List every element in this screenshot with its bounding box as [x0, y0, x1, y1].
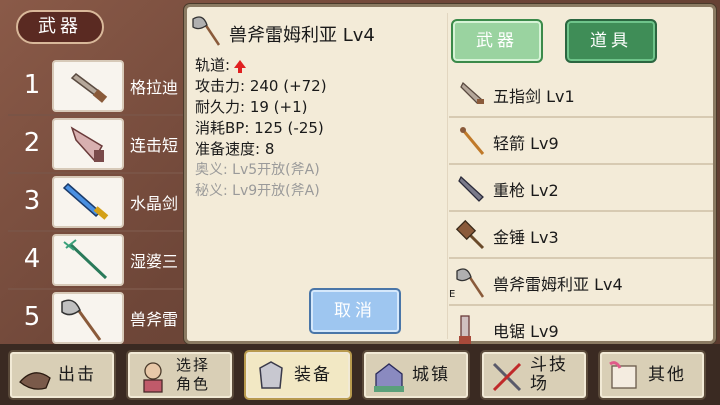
- character-icon: [134, 358, 172, 396]
- locked-skill-ougi: 奥义: Lv5开放(斧A): [195, 162, 320, 178]
- equipped-marker: E: [449, 289, 456, 300]
- weapon-detail-panel: 兽斧雷姆利亚 Lv4 轨道: 攻击力: 240 (+72) 耐久力: 19 (+…: [184, 4, 716, 344]
- stat-attack: 攻击力: 240 (+72): [195, 77, 327, 95]
- axe-icon: [52, 292, 124, 344]
- nav-arena-button[interactable]: 斗技场: [480, 350, 588, 400]
- lance-icon: [455, 171, 489, 205]
- item-name: 电锯 Lv9: [493, 322, 559, 341]
- nav-label: 选择 角色: [176, 356, 211, 393]
- list-item[interactable]: 电锯 Lv9: [449, 306, 713, 346]
- weapon-slot-name: 水晶剑: [130, 194, 179, 213]
- list-item[interactable]: 金锤 Lv3: [449, 212, 713, 259]
- slot-number: 3: [23, 186, 41, 216]
- weapon-stats: 轨道: 攻击力: 240 (+72) 耐久力: 19 (+1) 消耗BP: 12…: [195, 55, 327, 202]
- slot-number: 2: [23, 128, 41, 158]
- locked-skill-higi: 秘义: Lv9开放(斧A): [195, 183, 320, 199]
- scroll-icon: [606, 358, 644, 396]
- dagger-icon: [52, 60, 124, 112]
- crystal-sword-icon: [52, 176, 124, 228]
- list-item[interactable]: 五指剑 Lv1: [449, 71, 713, 118]
- track-label: 轨道:: [195, 56, 231, 74]
- nav-label: 出击: [58, 364, 96, 385]
- cancel-button[interactable]: 取消: [309, 288, 401, 334]
- tab-weapon[interactable]: 武器: [451, 19, 543, 63]
- stat-durability: 耐久力: 19 (+1): [195, 98, 308, 116]
- nav-town-button[interactable]: 城镇: [362, 350, 470, 400]
- nav-label: 其他: [648, 364, 686, 385]
- nav-select-character-button[interactable]: 选择 角色: [126, 350, 234, 400]
- hammer-icon: [455, 218, 489, 252]
- axe-icon: [455, 265, 489, 299]
- track-row: 轨道:: [195, 55, 327, 76]
- item-name: 五指剑 Lv1: [493, 87, 575, 106]
- weapon-slot-name: 兽斧雷: [130, 310, 179, 329]
- weapon-slot-3[interactable]: 3 水晶剑: [0, 174, 200, 230]
- nav-other-button[interactable]: 其他: [598, 350, 706, 400]
- axe-icon: [191, 13, 225, 47]
- weapon-slot-2[interactable]: 2 连击短: [0, 116, 200, 172]
- tab-item[interactable]: 道具: [565, 19, 657, 63]
- item-name: 金锤 Lv3: [493, 228, 559, 247]
- weapon-slot-5[interactable]: 5 兽斧雷: [0, 290, 200, 346]
- weapon-slot-name: 格拉迪: [130, 78, 179, 97]
- list-item[interactable]: E 兽斧雷姆利亚 Lv4: [449, 259, 713, 306]
- blade-icon: [52, 118, 124, 170]
- crossed-swords-icon: [488, 358, 526, 396]
- divider: [447, 13, 448, 339]
- stat-prep-speed: 准备速度: 8: [195, 140, 275, 158]
- item-name: 兽斧雷姆利亚 Lv4: [493, 275, 623, 294]
- armor-icon: [252, 358, 290, 396]
- weapon-category-label: 武器: [16, 10, 104, 44]
- arrow-icon: [455, 124, 489, 158]
- weapon-slot-name: 湿婆三: [130, 252, 179, 271]
- slot-number: 1: [23, 70, 41, 100]
- slot-number: 5: [23, 302, 41, 332]
- item-name: 轻箭 Lv9: [493, 134, 559, 153]
- game-screen: 武器 1 格拉迪 2 连击短 3 水晶剑 4 湿婆三 5 兽斧雷 兽斧雷姆利亚 …: [0, 0, 720, 405]
- chainsaw-icon: [455, 312, 489, 346]
- item-name: 重枪 Lv2: [493, 181, 559, 200]
- nav-sortie-button[interactable]: 出击: [8, 350, 116, 400]
- nav-label: 城镇: [412, 364, 450, 385]
- stat-bp-cost: 消耗BP: 125 (-25): [195, 119, 324, 137]
- weapon-title: 兽斧雷姆利亚 Lv4: [229, 25, 375, 46]
- list-item[interactable]: 轻箭 Lv9: [449, 118, 713, 165]
- weapon-slot-1[interactable]: 1 格拉迪: [0, 58, 200, 114]
- nav-label: 装备: [294, 364, 332, 385]
- sortie-icon: [16, 358, 54, 396]
- town-icon: [370, 358, 408, 396]
- bottom-nav: 出击 选择 角色 装备 城镇 斗技场 其他: [0, 344, 720, 405]
- weapon-slot-4[interactable]: 4 湿婆三: [0, 232, 200, 288]
- list-item[interactable]: 重枪 Lv2: [449, 165, 713, 212]
- track-up-arrow-icon: [234, 59, 247, 73]
- nav-equipment-button[interactable]: 装备: [244, 350, 352, 400]
- weapon-slot-name: 连击短: [130, 136, 179, 155]
- dagger-icon: [455, 77, 489, 111]
- trident-icon: [52, 234, 124, 286]
- slot-number: 4: [23, 244, 41, 274]
- nav-label: 斗技场: [530, 355, 568, 394]
